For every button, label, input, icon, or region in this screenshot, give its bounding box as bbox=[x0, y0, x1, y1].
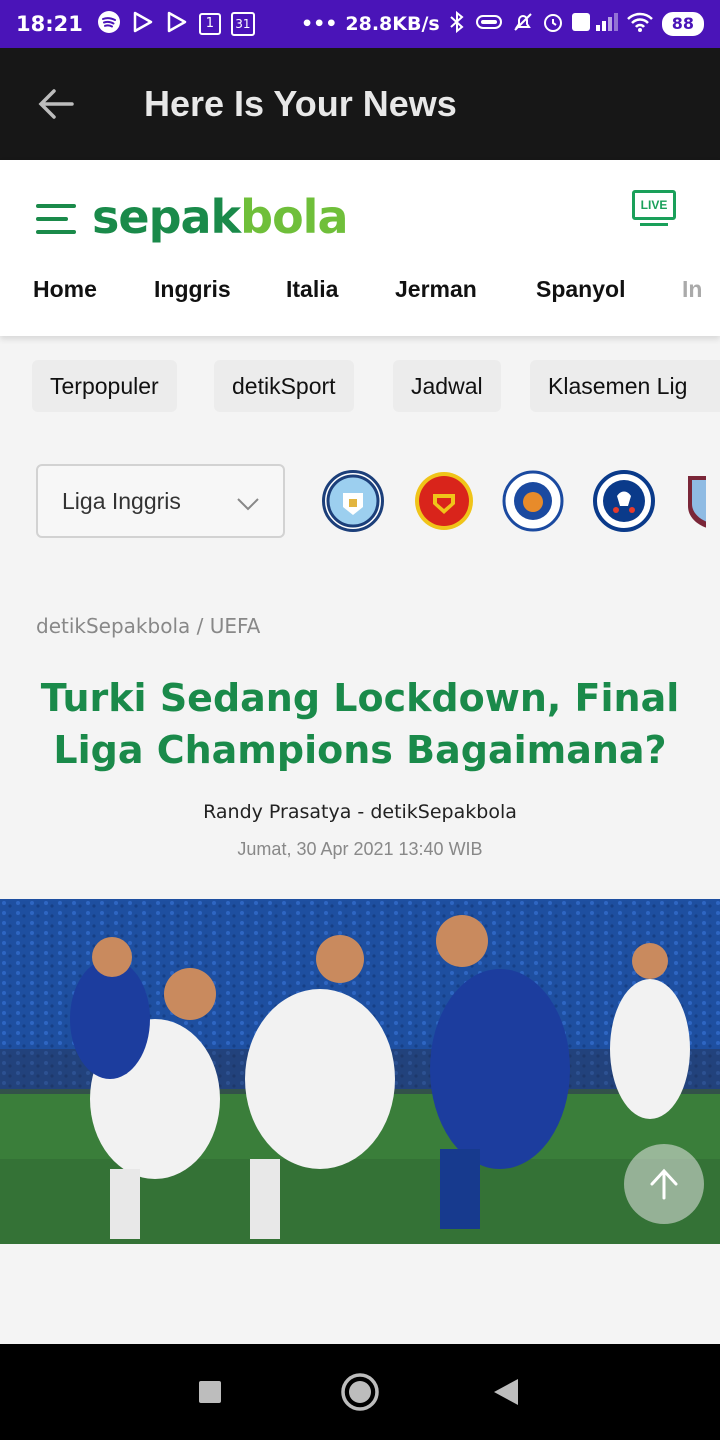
nav-jerman[interactable]: Jerman bbox=[395, 276, 477, 303]
nav-spanyol[interactable]: Spanyol bbox=[536, 276, 625, 303]
nav-italia[interactable]: Italia bbox=[286, 276, 338, 303]
league-select-value: Liga Inggris bbox=[62, 487, 181, 514]
chelsea-crest[interactable] bbox=[593, 470, 655, 532]
app-bar-title: Here Is Your News bbox=[144, 83, 457, 124]
logo-accent: bola bbox=[240, 190, 348, 244]
hamburger-menu-icon[interactable] bbox=[36, 204, 76, 240]
manchester-united-crest[interactable] bbox=[413, 470, 475, 532]
nav-inggris[interactable]: Inggris bbox=[154, 276, 231, 303]
recents-button[interactable] bbox=[190, 1372, 230, 1412]
volte-signal-icon bbox=[571, 11, 618, 38]
wifi-icon bbox=[626, 11, 654, 38]
circle-icon bbox=[341, 1373, 379, 1411]
arrow-left-icon bbox=[38, 89, 74, 119]
spotify-icon bbox=[97, 10, 121, 39]
app-bar: Here Is Your News bbox=[0, 48, 720, 160]
scroll-to-top-button[interactable] bbox=[624, 1144, 704, 1224]
site-header: sepakbola LIVE Home Inggris Italia Jerma… bbox=[0, 160, 720, 336]
leicester-city-crest[interactable] bbox=[502, 470, 564, 532]
status-bar: 18:21 1 31 ••• 28.8KB/s 88 bbox=[0, 0, 720, 48]
west-ham-crest[interactable] bbox=[684, 470, 706, 532]
category-chips: Terpopuler detikSport Jadwal Klasemen Li… bbox=[0, 360, 720, 412]
main-nav: Home Inggris Italia Jerman Spanyol In bbox=[0, 270, 720, 316]
system-nav-bar bbox=[0, 1344, 720, 1440]
site-logo[interactable]: sepakbola bbox=[92, 190, 348, 244]
page-bottom-space bbox=[0, 1244, 720, 1344]
play-store-icon-2 bbox=[165, 10, 189, 39]
tv-stand-icon bbox=[640, 223, 668, 226]
logo-main: sepak bbox=[92, 190, 241, 244]
notification-icons: 1 31 bbox=[97, 10, 255, 39]
vibrate-icon bbox=[474, 12, 504, 37]
nav-home[interactable]: Home bbox=[33, 276, 97, 303]
article-author: Randy Prasatya - detikSepakbola bbox=[203, 801, 517, 823]
chip-jadwal[interactable]: Jadwal bbox=[393, 360, 501, 412]
article-photo bbox=[0, 899, 720, 1244]
play-store-icon bbox=[131, 10, 155, 39]
article-date: Jumat, 30 Apr 2021 13:40 WIB bbox=[237, 839, 483, 859]
chevron-down-icon bbox=[237, 498, 259, 511]
bluetooth-icon bbox=[448, 10, 466, 38]
alarm-icon bbox=[542, 11, 564, 38]
net-speed: 28.8KB/s bbox=[345, 13, 440, 35]
status-time: 18:21 bbox=[16, 12, 83, 36]
article-headline: Turki Sedang Lockdown, Final Liga Champi… bbox=[40, 676, 680, 772]
chip-terpopuler[interactable]: Terpopuler bbox=[32, 360, 177, 412]
nav-more[interactable]: In bbox=[682, 276, 702, 303]
mute-icon bbox=[512, 11, 534, 38]
live-tv-button[interactable]: LIVE bbox=[632, 190, 676, 228]
battery-indicator: 88 bbox=[661, 12, 704, 36]
back-nav-button[interactable] bbox=[486, 1372, 526, 1412]
manchester-city-crest[interactable] bbox=[322, 470, 384, 532]
status-right: ••• 28.8KB/s 88 bbox=[300, 10, 704, 38]
more-dots-icon: ••• bbox=[300, 13, 338, 35]
home-button[interactable] bbox=[340, 1372, 380, 1412]
live-label: LIVE bbox=[632, 190, 676, 220]
breadcrumb[interactable]: detikSepakbola / UEFA bbox=[36, 614, 260, 638]
calendar-icon: 31 bbox=[230, 12, 255, 36]
back-button[interactable] bbox=[28, 76, 84, 132]
chip-klasemen[interactable]: Klasemen Lig bbox=[530, 360, 720, 412]
arrow-up-icon bbox=[650, 1168, 678, 1200]
square-icon bbox=[199, 1381, 221, 1403]
chip-detiksport[interactable]: detikSport bbox=[214, 360, 354, 412]
league-select[interactable]: Liga Inggris bbox=[36, 464, 285, 538]
triangle-back-icon bbox=[494, 1379, 518, 1405]
sim-badge-icon: 1 bbox=[198, 13, 221, 35]
